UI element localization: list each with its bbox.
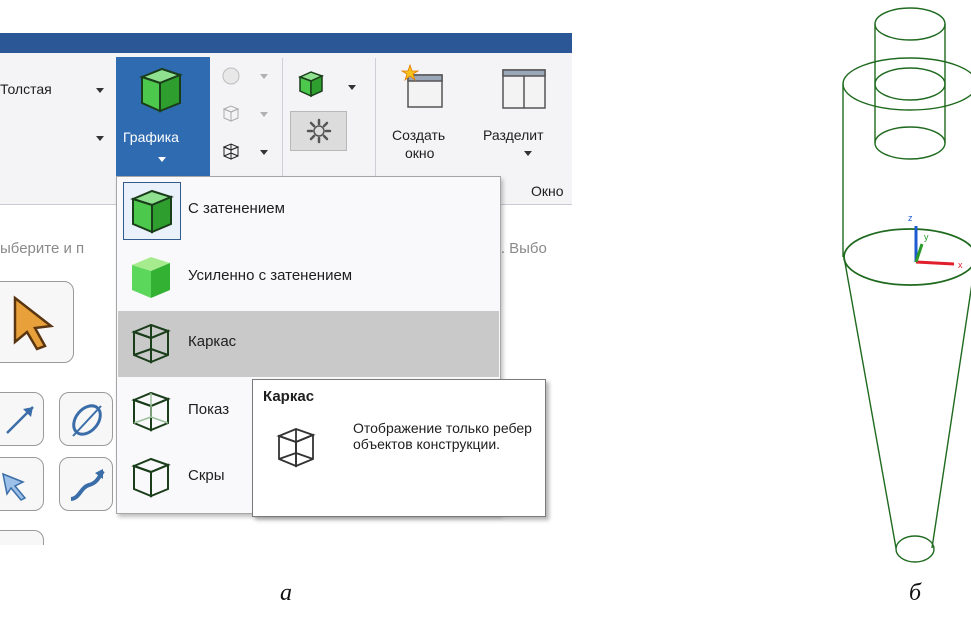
chevron-down-icon (96, 88, 104, 93)
menu-item-label: С затенением (188, 200, 285, 217)
chevron-down-icon (260, 74, 268, 79)
wireframe-cube-icon (276, 428, 316, 468)
chevron-down-icon (96, 136, 104, 141)
graphics-label: Графика (123, 129, 179, 145)
menu-item-label: Усиленно с затенением (188, 267, 353, 284)
title-bar (0, 33, 572, 53)
chevron-down-icon (260, 112, 268, 117)
command-prompt-text: ыберите и п (0, 240, 85, 257)
create-window-button[interactable]: Создать окно (384, 59, 464, 179)
icon-frame (123, 449, 181, 507)
gear-icon (306, 118, 332, 144)
cursor-arrow-icon (13, 295, 55, 351)
shaded-cube-icon (139, 67, 183, 113)
window-group-label: Окно (531, 183, 564, 199)
new-window-icon (400, 63, 443, 108)
settings-button[interactable] (290, 111, 347, 151)
line-thickness-dropdown[interactable]: Толстая (0, 53, 112, 113)
axis-y-label: y (924, 232, 929, 242)
menu-item-label: Скры (188, 467, 225, 484)
arrow-tool-icon (6, 406, 34, 434)
caption-b: б (909, 580, 922, 606)
create-window-label-2: окно (405, 145, 435, 161)
chevron-down-icon (158, 157, 166, 162)
axis-x-label: x (958, 260, 963, 270)
shaded-cube-icon (130, 189, 174, 234)
enhanced-shaded-cube-icon (132, 257, 170, 298)
icon-frame (123, 249, 181, 307)
tool-button-arrow[interactable] (0, 392, 44, 446)
axis-z-label: z (908, 213, 913, 223)
cad-window-screenshot: Толстая Графика Создать окно Разделит Ок… (0, 0, 572, 545)
command-prompt-text-right: ь. Выбо (493, 240, 547, 257)
tool-button-move[interactable] (0, 457, 44, 511)
create-window-label-1: Создать (392, 127, 446, 143)
chevron-down-icon (524, 151, 532, 156)
split-window-button[interactable]: Разделит (480, 59, 572, 179)
visual-style-wire-button[interactable] (217, 139, 268, 165)
icon-frame (123, 383, 181, 441)
tooltip: Каркас Отображение только ребер объектов… (252, 379, 546, 517)
tool-button-curve[interactable] (59, 457, 113, 511)
menu-item-wireframe[interactable]: Каркас (118, 311, 499, 377)
view-cube-button[interactable] (290, 67, 360, 103)
tooltip-description: Отображение только ребер объектов констр… (353, 420, 532, 452)
icon-frame (123, 182, 181, 240)
tooltip-title: Каркас (263, 388, 315, 405)
hidden-lines-removed-icon (131, 457, 171, 498)
sphere-icon (222, 67, 240, 85)
cyclone-wireframe-model: z y x (842, 7, 971, 563)
tool-button-rotate[interactable] (59, 392, 113, 446)
chevron-down-icon (260, 150, 268, 155)
visual-style-box-button[interactable] (217, 101, 268, 127)
visual-style-sphere-button[interactable] (217, 63, 268, 89)
select-tool-button[interactable] (0, 281, 74, 363)
chevron-down-icon (348, 85, 356, 90)
curve-tool-icon (70, 469, 105, 501)
hidden-lines-visible-icon (131, 391, 171, 432)
rotate-tool-icon (72, 404, 102, 437)
secondary-dropdown[interactable] (90, 128, 110, 148)
box-outline-icon (222, 105, 240, 122)
icon-frame (123, 315, 181, 373)
menu-item-enhanced-shaded[interactable]: Усиленно с затенением (118, 245, 499, 311)
split-label: Разделит (483, 127, 544, 143)
line-thickness-label: Толстая (0, 81, 52, 97)
tool-button-partial[interactable] (0, 530, 44, 545)
menu-item-shaded[interactable]: С затенением (118, 178, 499, 244)
move-tool-icon (1, 472, 27, 501)
wire-cube-small-icon (222, 143, 240, 160)
green-cube-icon (298, 71, 324, 98)
menu-item-label: Показ (188, 401, 230, 418)
menu-item-label: Каркас (188, 333, 237, 350)
caption-a: а (280, 580, 292, 606)
split-window-icon (502, 69, 546, 109)
wireframe-cube-icon (131, 323, 171, 364)
graphics-button[interactable]: Графика (116, 57, 210, 176)
